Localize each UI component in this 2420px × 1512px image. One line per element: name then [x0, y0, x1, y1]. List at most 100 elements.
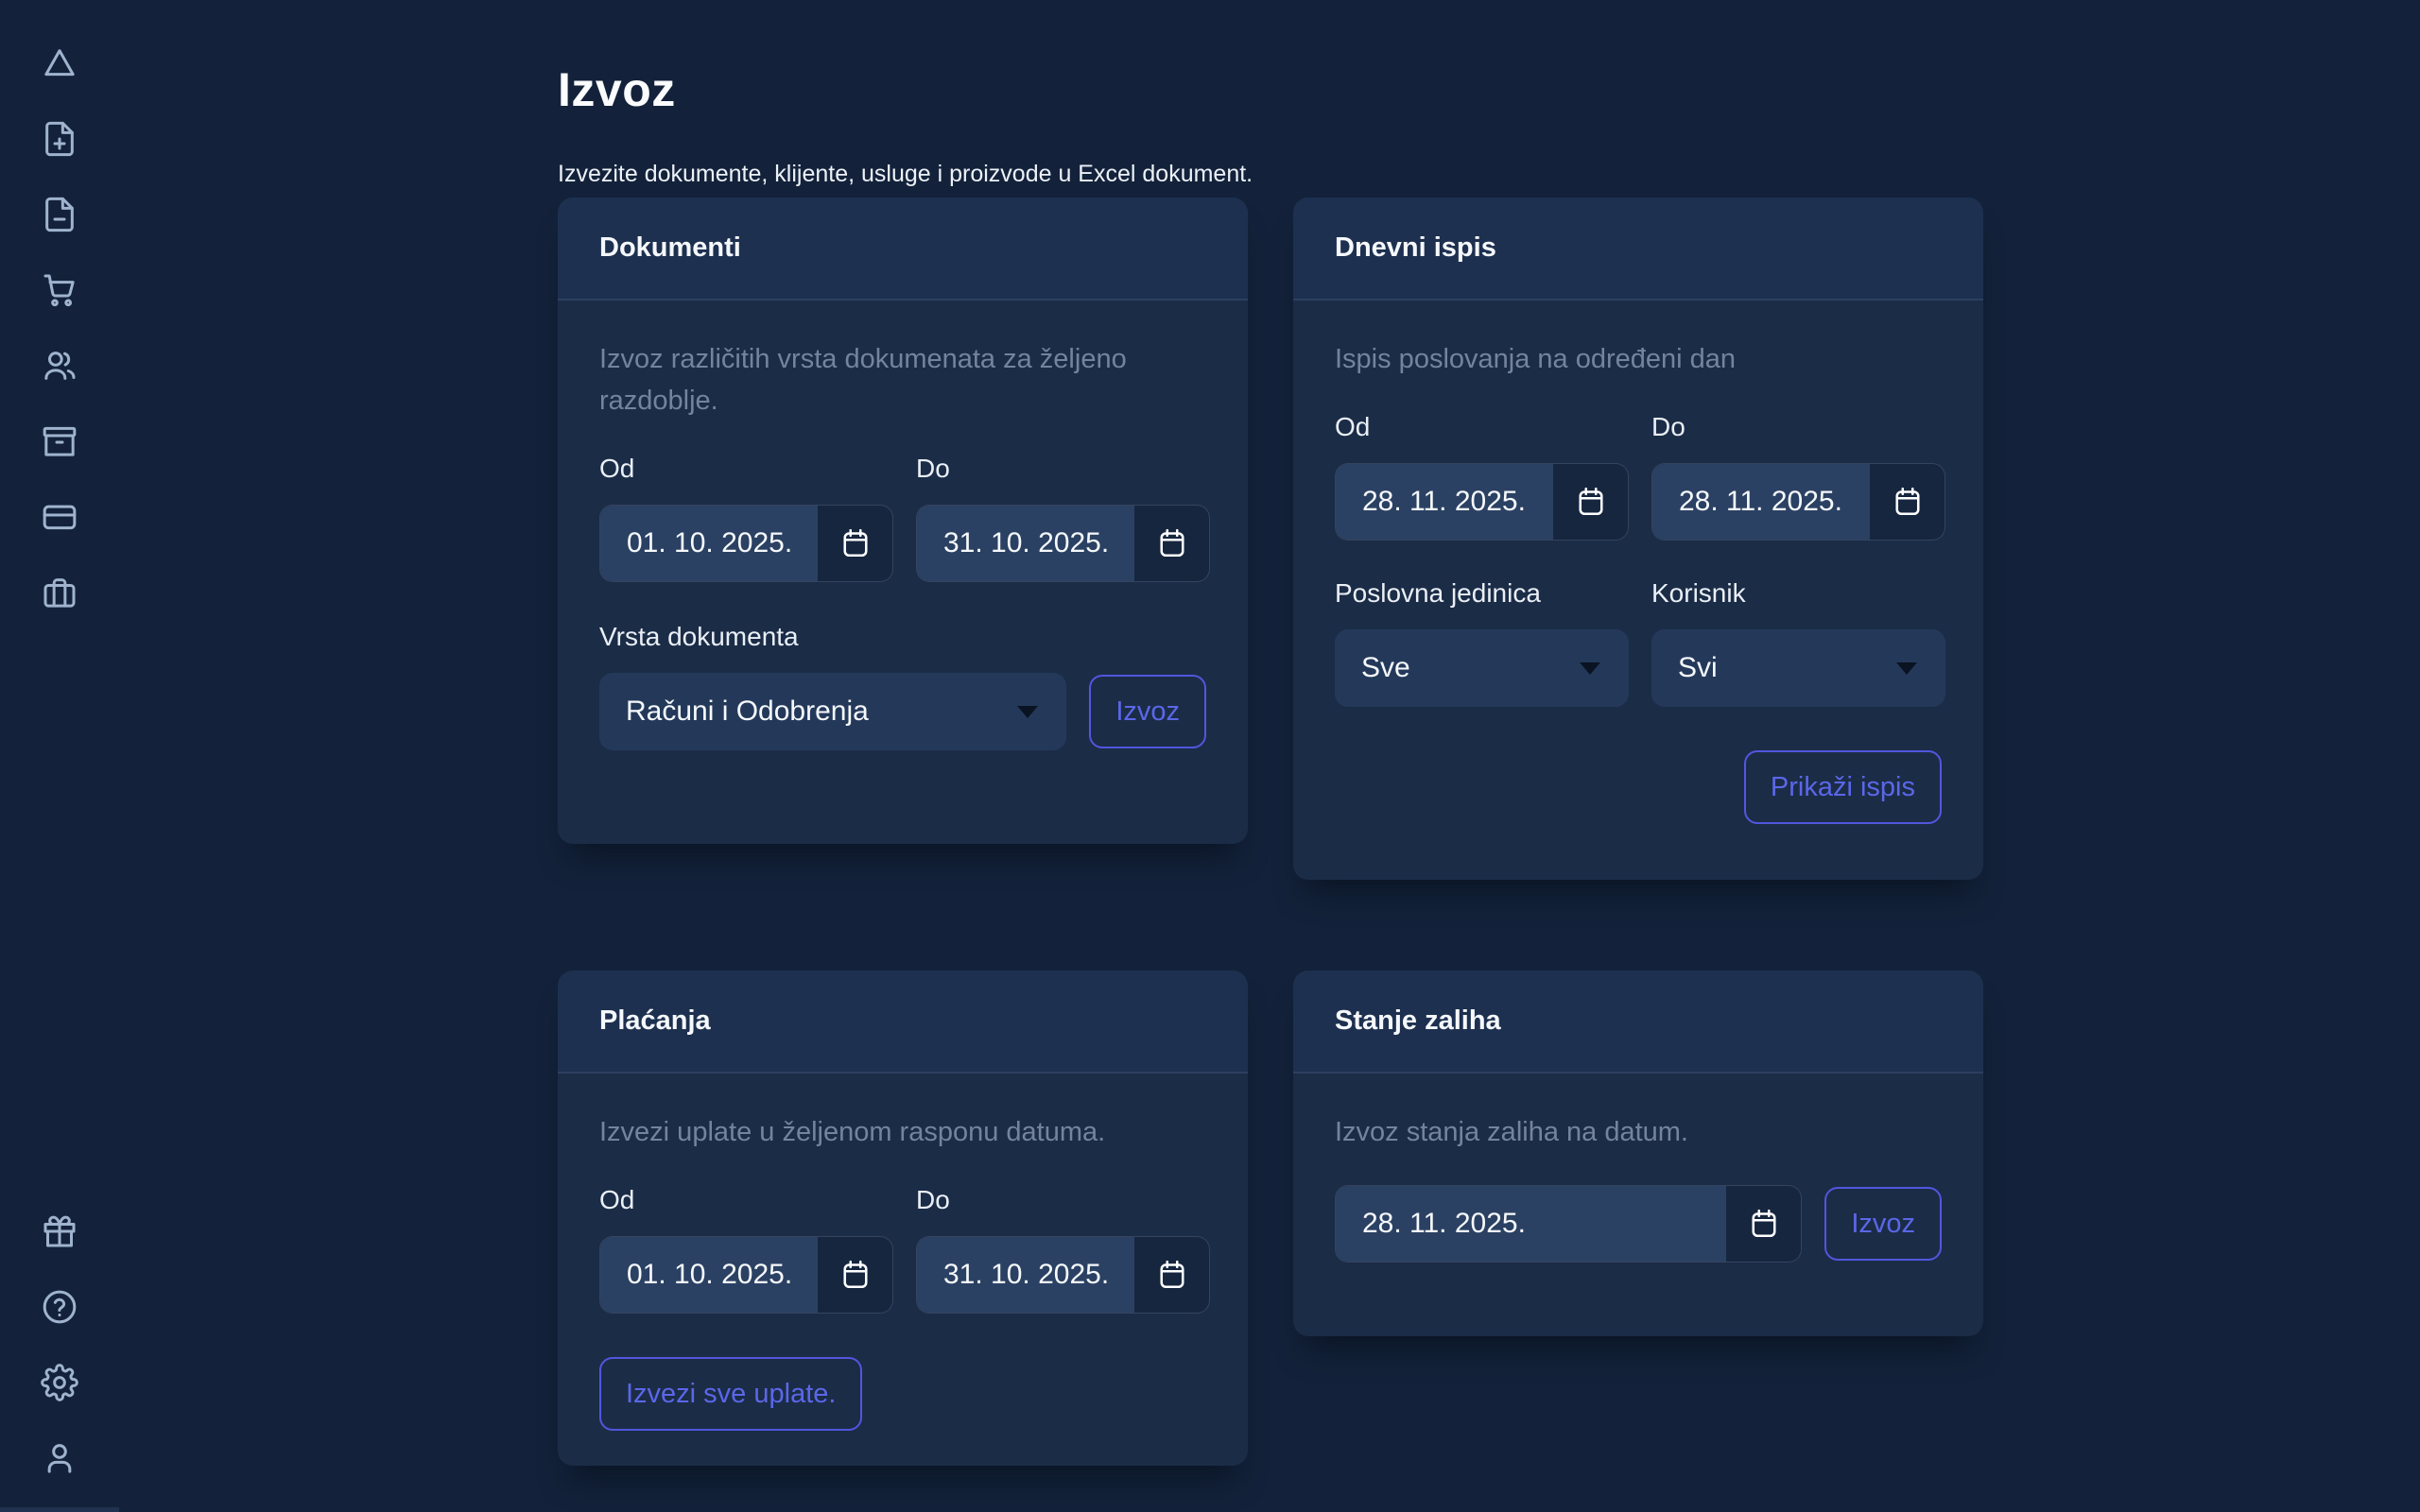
- dnevni-to-field: Do 28. 11. 2025.: [1651, 412, 1945, 541]
- chevron-down-icon: [1017, 706, 1038, 718]
- calendar-icon: [1155, 1258, 1189, 1292]
- business-unit-label: Poslovna jedinica: [1335, 578, 1629, 609]
- shopping-cart-icon[interactable]: [40, 270, 79, 310]
- logo-triangle-icon[interactable]: [40, 43, 79, 83]
- card-stanje-zaliha: Stanje zaliha Izvoz stanja zaliha na dat…: [1293, 971, 1983, 1336]
- calendar-icon: [838, 1258, 873, 1292]
- doc-type-label: Vrsta dokumenta: [599, 622, 1206, 652]
- card-dokumenti: Dokumenti Izvoz različitih vrsta dokumen…: [558, 198, 1248, 844]
- dokumenti-from-calendar-button[interactable]: [818, 506, 892, 581]
- placanja-to-calendar-button[interactable]: [1134, 1237, 1209, 1313]
- card-stanje-zaliha-header: Stanje zaliha: [1293, 971, 1983, 1074]
- doc-type-selected-value: Računi i Odobrenja: [626, 696, 869, 728]
- show-daily-report-button[interactable]: Prikaži ispis: [1744, 750, 1942, 824]
- zalihe-export-row: 28. 11. 2025. Izvoz: [1335, 1185, 1942, 1263]
- placanja-from-label: Od: [599, 1185, 893, 1215]
- calendar-icon: [838, 526, 873, 560]
- business-unit-select[interactable]: Sve: [1335, 629, 1629, 707]
- briefcase-icon[interactable]: [40, 573, 79, 612]
- zalihe-calendar-button[interactable]: [1726, 1186, 1801, 1262]
- card-placanja-description: Izvezi uplate u željenom rasponu datuma.: [599, 1111, 1206, 1153]
- doc-type-row: Računi i Odobrenja Izvoz: [599, 673, 1206, 750]
- sidebar-bottom-highlight: [0, 1507, 119, 1512]
- placanja-from-calendar-button[interactable]: [818, 1237, 892, 1313]
- dnevni-from-calendar-button[interactable]: [1553, 464, 1628, 540]
- placanja-actions: Izvezi sve uplate.: [599, 1357, 1206, 1431]
- settings-icon[interactable]: [40, 1363, 79, 1402]
- business-unit-selected-value: Sve: [1361, 652, 1410, 684]
- placanja-from-field: Od 01. 10. 2025.: [599, 1185, 893, 1314]
- placanja-date-range: Od 01. 10. 2025. Do 31. 10. 2025.: [599, 1185, 1206, 1314]
- placanja-to-date-value: 31. 10. 2025.: [917, 1237, 1134, 1313]
- card-dokumenti-title: Dokumenti: [599, 232, 741, 264]
- dnevni-to-date-input[interactable]: 28. 11. 2025.: [1651, 463, 1945, 541]
- dnevni-from-label: Od: [1335, 412, 1629, 442]
- dokumenti-from-date-value: 01. 10. 2025.: [600, 506, 818, 581]
- dnevni-actions: Prikaži ispis: [1335, 750, 1942, 824]
- sidebar-top-nav: [0, 43, 119, 612]
- file-plus-icon[interactable]: [40, 119, 79, 159]
- placanja-to-date-input[interactable]: 31. 10. 2025.: [916, 1236, 1210, 1314]
- help-circle-icon[interactable]: [40, 1287, 79, 1327]
- dnevni-to-calendar-button[interactable]: [1870, 464, 1945, 540]
- dnevni-from-date-input[interactable]: 28. 11. 2025.: [1335, 463, 1629, 541]
- export-payments-button[interactable]: Izvezi sve uplate.: [599, 1357, 862, 1431]
- placanja-from-date-input[interactable]: 01. 10. 2025.: [599, 1236, 893, 1314]
- dnevni-from-date-value: 28. 11. 2025.: [1336, 464, 1553, 540]
- export-page: Izvoz Izvezite dokumente, klijente, uslu…: [0, 0, 2420, 1512]
- dokumenti-to-date-value: 31. 10. 2025.: [917, 506, 1134, 581]
- dnevni-date-range: Od 28. 11. 2025. Do 28. 11. 2025.: [1335, 412, 1942, 541]
- dnevni-to-label: Do: [1651, 412, 1945, 442]
- zalihe-date-value: 28. 11. 2025.: [1336, 1186, 1726, 1262]
- dokumenti-to-calendar-button[interactable]: [1134, 506, 1209, 581]
- user-filter-select[interactable]: Svi: [1651, 629, 1945, 707]
- chevron-down-icon: [1580, 662, 1600, 675]
- dnevni-to-date-value: 28. 11. 2025.: [1652, 464, 1870, 540]
- dokumenti-date-range: Od 01. 10. 2025. Do 31. 10. 2025.: [599, 454, 1206, 582]
- dnevni-from-field: Od 28. 11. 2025.: [1335, 412, 1629, 541]
- card-dokumenti-header: Dokumenti: [558, 198, 1248, 301]
- users-icon[interactable]: [40, 346, 79, 386]
- card-stanje-zaliha-body: Izvoz stanja zaliha na datum. 28. 11. 20…: [1293, 1074, 1983, 1263]
- card-placanja-header: Plaćanja: [558, 971, 1248, 1074]
- card-dnevni-ispis-header: Dnevni ispis: [1293, 198, 1983, 301]
- doc-type-select[interactable]: Računi i Odobrenja: [599, 673, 1066, 750]
- calendar-icon: [1155, 526, 1189, 560]
- card-dokumenti-body: Izvoz različitih vrsta dokumenata za žel…: [558, 301, 1248, 750]
- dokumenti-from-field: Od 01. 10. 2025.: [599, 454, 893, 582]
- placanja-from-date-value: 01. 10. 2025.: [600, 1237, 818, 1313]
- sidebar-bottom-nav: [0, 1211, 119, 1478]
- gift-icon[interactable]: [40, 1211, 79, 1251]
- card-dnevni-ispis-description: Ispis poslovanja na određeni dan: [1335, 338, 1942, 380]
- card-dnevni-ispis-body: Ispis poslovanja na određeni dan Od 28. …: [1293, 301, 1983, 824]
- calendar-icon: [1891, 485, 1925, 519]
- user-filter-label: Korisnik: [1651, 578, 1945, 609]
- dokumenti-to-date-input[interactable]: 31. 10. 2025.: [916, 505, 1210, 582]
- file-minus-icon[interactable]: [40, 195, 79, 234]
- dnevni-filters-row: Poslovna jedinica Sve Korisnik Svi: [1335, 578, 1942, 707]
- dokumenti-from-label: Od: [599, 454, 893, 484]
- archive-icon[interactable]: [40, 421, 79, 461]
- zalihe-date-input[interactable]: 28. 11. 2025.: [1335, 1185, 1802, 1263]
- dokumenti-to-field: Do 31. 10. 2025.: [916, 454, 1210, 582]
- export-stock-button[interactable]: Izvoz: [1824, 1187, 1942, 1261]
- credit-card-icon[interactable]: [40, 497, 79, 537]
- card-placanja-title: Plaćanja: [599, 1005, 711, 1037]
- user-icon[interactable]: [40, 1438, 79, 1478]
- user-filter-field: Korisnik Svi: [1651, 578, 1945, 707]
- card-placanja-body: Izvezi uplate u željenom rasponu datuma.…: [558, 1074, 1248, 1431]
- dokumenti-from-date-input[interactable]: 01. 10. 2025.: [599, 505, 893, 582]
- card-dnevni-ispis: Dnevni ispis Ispis poslovanja na određen…: [1293, 198, 1983, 880]
- page-subtitle: Izvezite dokumente, klijente, usluge i p…: [558, 161, 1253, 188]
- export-documents-button[interactable]: Izvoz: [1089, 675, 1206, 748]
- chevron-down-icon: [1896, 662, 1917, 675]
- card-dnevni-ispis-title: Dnevni ispis: [1335, 232, 1496, 264]
- placanja-to-field: Do 31. 10. 2025.: [916, 1185, 1210, 1314]
- calendar-icon: [1747, 1207, 1781, 1241]
- card-dokumenti-description: Izvoz različitih vrsta dokumenata za žel…: [599, 338, 1185, 421]
- page-title: Izvoz: [558, 62, 676, 117]
- card-stanje-zaliha-title: Stanje zaliha: [1335, 1005, 1501, 1037]
- card-placanja: Plaćanja Izvezi uplate u željenom raspon…: [558, 971, 1248, 1466]
- business-unit-field: Poslovna jedinica Sve: [1335, 578, 1629, 707]
- dokumenti-to-label: Do: [916, 454, 1210, 484]
